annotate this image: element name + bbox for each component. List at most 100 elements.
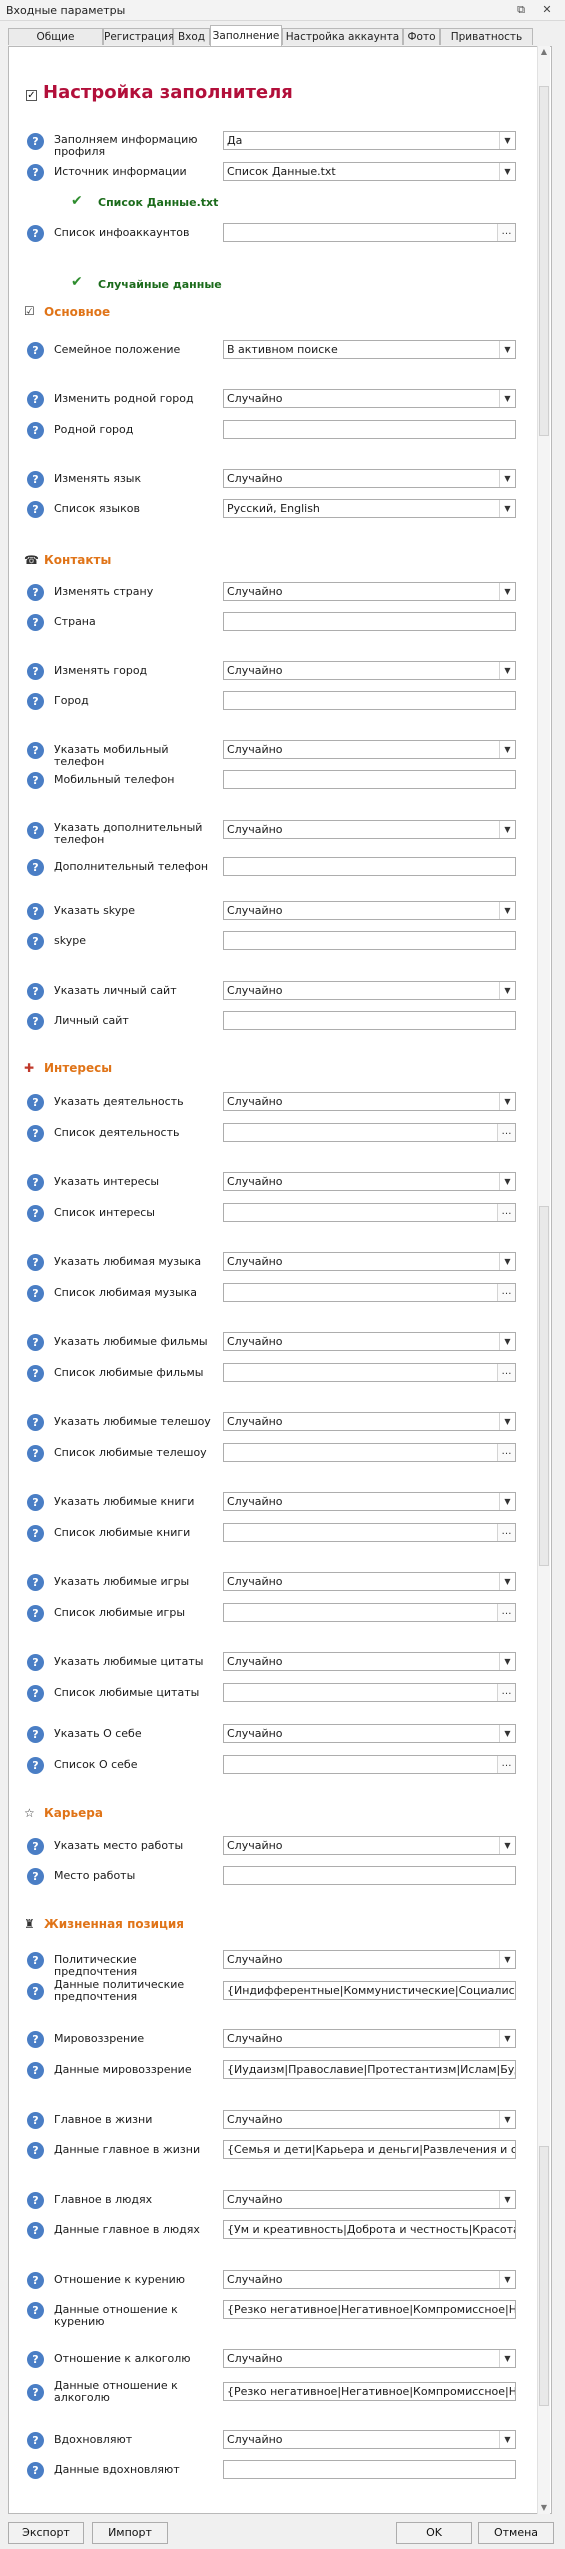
combo-marital-status[interactable]: В активном поиске ▼	[223, 340, 516, 359]
input-tvshows-list[interactable]: …	[223, 1443, 516, 1462]
help-icon[interactable]: ?	[27, 1414, 44, 1431]
chevron-down-icon[interactable]: ▼	[499, 1413, 515, 1430]
input-movies-list[interactable]: …	[223, 1363, 516, 1382]
input-workplace[interactable]	[223, 1866, 516, 1885]
help-icon[interactable]: ?	[27, 501, 44, 518]
scroll-thumb-3[interactable]	[539, 2146, 549, 2406]
help-icon[interactable]: ?	[27, 2112, 44, 2129]
help-icon[interactable]: ?	[27, 391, 44, 408]
help-icon[interactable]: ?	[27, 1605, 44, 1622]
help-icon[interactable]: ?	[27, 1094, 44, 1111]
input-quotes-list[interactable]: …	[223, 1683, 516, 1702]
help-icon[interactable]: ?	[27, 2432, 44, 2449]
help-icon[interactable]: ?	[27, 1174, 44, 1191]
chevron-down-icon[interactable]: ▼	[499, 1253, 515, 1270]
combo-activity[interactable]: Случайно ▼	[223, 1092, 516, 1111]
chevron-down-icon[interactable]: ▼	[499, 1725, 515, 1742]
tab-general[interactable]: Общие настройки	[8, 28, 103, 60]
combo-fill-profile[interactable]: Да ▼	[223, 131, 516, 150]
chevron-down-icon[interactable]: ▼	[499, 132, 515, 149]
help-icon[interactable]: ?	[27, 903, 44, 920]
input-life-main-data[interactable]: {Семья и дети|Карьера и деньги|Развлечен…	[223, 2140, 516, 2159]
tab-login[interactable]: Вход	[173, 28, 210, 45]
help-icon[interactable]: ?	[27, 2462, 44, 2479]
help-icon[interactable]: ?	[27, 859, 44, 876]
combo-languages[interactable]: Русский, English ▼	[223, 499, 516, 518]
chevron-down-icon[interactable]: ▼	[499, 982, 515, 999]
ellipsis-icon[interactable]: …	[497, 1284, 515, 1301]
help-icon[interactable]: ?	[27, 1285, 44, 1302]
help-icon[interactable]: ?	[27, 1868, 44, 1885]
scroll-down-icon[interactable]: ▼	[538, 2502, 550, 2514]
input-political-data[interactable]: {Индифферентные|Коммунистические|Социали…	[223, 1981, 516, 2000]
help-icon[interactable]: ?	[27, 1125, 44, 1142]
tab-photo[interactable]: Фото	[403, 28, 440, 45]
combo-info-source[interactable]: Список Данные.txt ▼	[223, 162, 516, 181]
ellipsis-icon[interactable]: …	[497, 1124, 515, 1141]
help-icon[interactable]: ?	[27, 2302, 44, 2319]
close-icon[interactable]: ✕	[540, 3, 554, 16]
input-mobile-phone[interactable]	[223, 770, 516, 789]
chevron-down-icon[interactable]: ▼	[499, 821, 515, 838]
combo-inspire[interactable]: Случайно ▼	[223, 2430, 516, 2449]
chevron-down-icon[interactable]: ▼	[499, 1951, 515, 1968]
help-icon[interactable]: ?	[27, 742, 44, 759]
chevron-down-icon[interactable]: ▼	[499, 1493, 515, 1510]
ellipsis-icon[interactable]: …	[497, 224, 515, 241]
chevron-down-icon[interactable]: ▼	[499, 2111, 515, 2128]
ellipsis-icon[interactable]: …	[497, 1756, 515, 1773]
help-icon[interactable]: ?	[27, 1365, 44, 1382]
combo-change-country[interactable]: Случайно ▼	[223, 582, 516, 601]
cancel-button[interactable]: Отмена	[478, 2522, 554, 2544]
ok-button[interactable]: OK	[396, 2522, 472, 2544]
chevron-down-icon[interactable]: ▼	[499, 1837, 515, 1854]
combo-change-language[interactable]: Случайно ▼	[223, 469, 516, 488]
help-icon[interactable]: ?	[27, 2351, 44, 2368]
combo-workplace[interactable]: Случайно ▼	[223, 1836, 516, 1855]
ellipsis-icon[interactable]: …	[497, 1444, 515, 1461]
combo-about[interactable]: Случайно ▼	[223, 1724, 516, 1743]
combo-skype[interactable]: Случайно ▼	[223, 901, 516, 920]
help-icon[interactable]: ?	[27, 342, 44, 359]
chevron-down-icon[interactable]: ▼	[499, 2271, 515, 2288]
help-icon[interactable]: ?	[27, 693, 44, 710]
help-icon[interactable]: ?	[27, 1983, 44, 2000]
input-country[interactable]	[223, 612, 516, 631]
scroll-up-icon[interactable]: ▲	[538, 46, 550, 58]
help-icon[interactable]: ?	[27, 2222, 44, 2239]
chevron-down-icon[interactable]: ▼	[499, 1173, 515, 1190]
ellipsis-icon[interactable]: …	[497, 1684, 515, 1701]
input-interests-list[interactable]: …	[223, 1203, 516, 1222]
tab-privacy[interactable]: Приватность	[440, 28, 533, 45]
help-icon[interactable]: ?	[27, 225, 44, 242]
help-icon[interactable]: ?	[27, 1952, 44, 1969]
chevron-down-icon[interactable]: ▼	[499, 500, 515, 517]
combo-games[interactable]: Случайно ▼	[223, 1572, 516, 1591]
help-icon[interactable]: ?	[27, 584, 44, 601]
combo-music[interactable]: Случайно ▼	[223, 1252, 516, 1271]
input-city[interactable]	[223, 691, 516, 710]
combo-worldview[interactable]: Случайно ▼	[223, 2029, 516, 2048]
combo-movies[interactable]: Случайно ▼	[223, 1332, 516, 1351]
tab-account-settings[interactable]: Настройка аккаунта	[282, 28, 403, 45]
help-icon[interactable]: ?	[27, 133, 44, 150]
chevron-down-icon[interactable]: ▼	[499, 1093, 515, 1110]
ellipsis-icon[interactable]: …	[497, 1604, 515, 1621]
input-hometown[interactable]	[223, 420, 516, 439]
help-icon[interactable]: ?	[27, 1013, 44, 1030]
combo-life-main[interactable]: Случайно ▼	[223, 2110, 516, 2129]
ellipsis-icon[interactable]: …	[497, 1364, 515, 1381]
chevron-down-icon[interactable]: ▼	[499, 1573, 515, 1590]
help-icon[interactable]: ?	[27, 1254, 44, 1271]
input-website[interactable]	[223, 1011, 516, 1030]
help-icon[interactable]: ?	[27, 1757, 44, 1774]
combo-tvshows[interactable]: Случайно ▼	[223, 1412, 516, 1431]
help-icon[interactable]: ?	[27, 2192, 44, 2209]
combo-quotes[interactable]: Случайно ▼	[223, 1652, 516, 1671]
help-icon[interactable]: ?	[27, 1654, 44, 1671]
combo-political[interactable]: Случайно ▼	[223, 1950, 516, 1969]
ellipsis-icon[interactable]: …	[497, 1204, 515, 1221]
input-worldview-data[interactable]: {Иудаизм|Православие|Протестантизм|Ислам…	[223, 2060, 516, 2079]
input-books-list[interactable]: …	[223, 1523, 516, 1542]
help-icon[interactable]: ?	[27, 2384, 44, 2401]
